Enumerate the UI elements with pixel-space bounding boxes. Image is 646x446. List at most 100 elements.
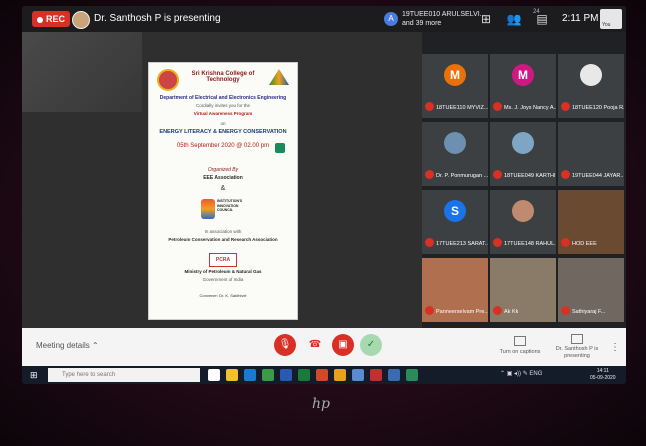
meeting-details-label: Meeting details (36, 341, 90, 350)
join-notice: 19TUEE010 ARULSELVI... and 39 more (402, 10, 486, 28)
poster-title: ENERGY LITERACY & ENERGY CONSERVATION (159, 129, 287, 135)
camera-off-button[interactable]: ▣ (332, 334, 354, 356)
mic-off-icon (425, 238, 434, 247)
iic-icon (201, 199, 215, 219)
presenter-text: Dr. Santhosh P is presenting (94, 13, 221, 24)
join-line-1: 19TUEE010 ARULSELVI... (402, 11, 486, 18)
mic-off-icon (493, 102, 502, 111)
poster-dept: Department of Electrical and Electronics… (159, 95, 287, 101)
participant-name: HOD EEE (572, 241, 597, 247)
captions-button[interactable]: Turn on captions (492, 336, 548, 355)
participant-name: 17TUEE213 SARAT... (436, 241, 488, 247)
mic-off-icon (425, 102, 434, 111)
participant-tile[interactable]: 19TUEE044 JAYAR... (558, 122, 624, 186)
presenting-button[interactable]: Dr. Santhosh P is presenting (554, 334, 600, 360)
mic-off-icon (561, 170, 570, 179)
google-meet-icon (275, 143, 285, 153)
taskbar-clock[interactable]: 14:11 05-09-2020 (590, 368, 616, 382)
vlc-icon[interactable] (334, 369, 346, 381)
poster-program: Virtual Awareness Program (193, 111, 253, 116)
participant-tile[interactable]: Panneerselvam Pre... (422, 258, 488, 322)
people-icon[interactable]: 👥 (506, 11, 522, 27)
mic-off-icon (493, 238, 502, 247)
participant-name: Ak Kk (504, 309, 519, 315)
app-icon[interactable] (388, 369, 400, 381)
chat-icon[interactable]: ▤ (534, 11, 550, 27)
participant-tile[interactable]: S 17TUEE213 SARAT... (422, 190, 488, 254)
participant-avatar (512, 200, 534, 222)
mic-off-icon (493, 170, 502, 179)
meet-controls: Meeting details ⌃ 🎙 ☎ ▣ ✓ Turn on captio… (22, 328, 626, 366)
participant-name: 18TUEE049 KARTHI... (504, 173, 556, 179)
participant-tile[interactable]: Sathiyaraj F... (558, 258, 624, 322)
participant-avatar: M (512, 64, 534, 86)
store-icon[interactable] (352, 369, 364, 381)
participant-tile[interactable]: M Ms. J. Joys Nancy A... (490, 54, 556, 118)
powerpoint-icon[interactable] (316, 369, 328, 381)
leave-call-button[interactable]: ☎ (304, 334, 326, 356)
taskbar-time: 14:11 (596, 368, 609, 374)
participant-name: 17TUEE148 RAHUL... (504, 241, 556, 247)
more-options-icon[interactable]: ⋮ (610, 342, 620, 353)
mic-off-icon (425, 306, 434, 315)
participant-name: 19TUEE044 JAYAR... (572, 173, 624, 179)
participant-tile[interactable]: 17TUEE148 RAHUL... (490, 190, 556, 254)
meeting-details-button[interactable]: Meeting details ⌃ (36, 341, 99, 350)
participant-avatar (444, 132, 466, 154)
present-screen-icon (571, 334, 583, 344)
screen: REC Dr. Santhosh P is presenting A 19TUE… (22, 6, 626, 384)
app2-icon[interactable] (406, 369, 418, 381)
self-view[interactable]: You (600, 9, 622, 29)
hp-logo: hp (312, 396, 330, 412)
affiliation-logo-icon (269, 69, 289, 85)
participant-tile[interactable]: 18TUEE049 KARTHI... (490, 122, 556, 186)
participant-tile[interactable]: M 18TUEE110 MYVIZ... (422, 54, 488, 118)
excel-icon[interactable] (298, 369, 310, 381)
participant-name: Dr. P. Ponmurugan ... (436, 173, 488, 179)
participant-tile[interactable]: Ak Kk (490, 258, 556, 322)
acrobat-icon[interactable] (370, 369, 382, 381)
taskbar-date: 05-09-2020 (590, 375, 616, 381)
pcra-logo: PCRA (209, 253, 237, 267)
poster-organized-by: Organized By (207, 167, 239, 173)
presentation-stage: Sri Krishna College of Technology Depart… (22, 32, 422, 328)
file-explorer-icon[interactable] (226, 369, 238, 381)
task-view-icon[interactable] (208, 369, 220, 381)
participant-avatar: M (444, 64, 466, 86)
present-check-button[interactable]: ✓ (360, 334, 382, 356)
meet-clock: 2:11 PM (562, 13, 599, 24)
participant-avatar: S (444, 200, 466, 222)
presenter-avatar (72, 11, 90, 29)
captions-label: Turn on captions (499, 349, 541, 355)
meet-topbar: REC Dr. Santhosh P is presenting A 19TUE… (22, 6, 626, 32)
participant-name: 18TUEE120 Pooja R... (572, 105, 624, 111)
taskbar-search[interactable]: Type here to search (48, 368, 200, 382)
chrome-icon[interactable] (262, 369, 274, 381)
poster-college: Sri Krishna College of Technology (191, 71, 255, 83)
mic-off-icon (425, 170, 434, 179)
poster-pcra-full: Petroleum Conservation and Research Asso… (168, 237, 278, 242)
iic-text: INSTITUTION'S INNOVATION COUNCIL (217, 199, 243, 212)
poster-govt: Government of India (202, 277, 244, 282)
word-icon[interactable] (280, 369, 292, 381)
event-poster: Sri Krishna College of Technology Depart… (148, 62, 298, 320)
poster-invite: Cordially invites you for the (195, 103, 251, 108)
mic-off-icon (561, 306, 570, 315)
mic-off-icon (493, 306, 502, 315)
edge-icon[interactable] (244, 369, 256, 381)
participant-name: Sathiyaraj F... (572, 309, 606, 315)
participant-avatar (512, 132, 534, 154)
layout-icon[interactable]: ⊞ (478, 11, 494, 27)
windows-taskbar: ⊞ Type here to search ⌃ ▣ ◂)) ✎ ENG 14:1… (22, 366, 626, 384)
mic-off-button[interactable]: 🎙 (274, 334, 296, 356)
poster-association: EEE Association (203, 175, 243, 181)
record-dot-icon (37, 16, 43, 23)
windows-start-icon[interactable]: ⊞ (30, 369, 42, 381)
system-tray[interactable]: ⌃ ▣ ◂)) ✎ ENG (500, 370, 542, 377)
participant-avatar (580, 64, 602, 86)
join-line-2: and 39 more (402, 20, 442, 27)
participant-tile[interactable]: Dr. P. Ponmurugan ... (422, 122, 488, 186)
participant-tile[interactable]: HOD EEE (558, 190, 624, 254)
poster-amp: & (220, 185, 226, 192)
participant-tile[interactable]: 18TUEE120 Pooja R... (558, 54, 624, 118)
